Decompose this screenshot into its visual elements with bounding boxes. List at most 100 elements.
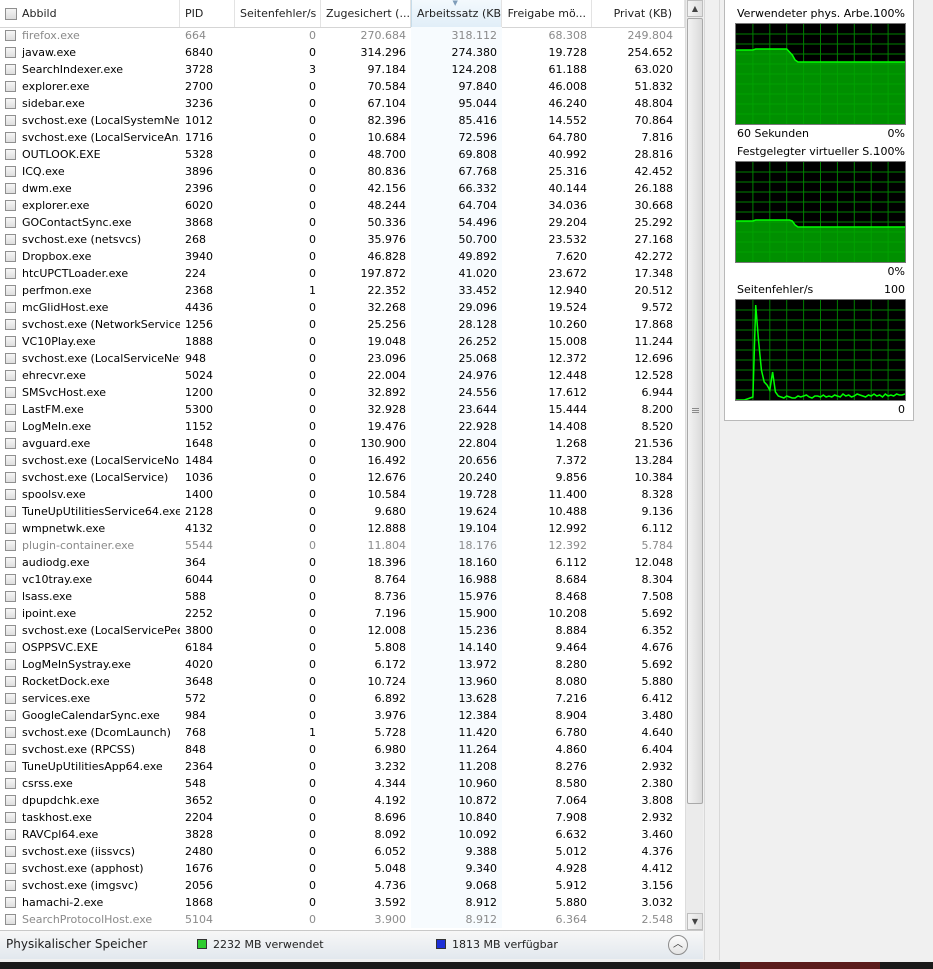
row-checkbox[interactable]	[5, 727, 16, 738]
graph-pane-splitter[interactable]	[704, 0, 720, 960]
table-row[interactable]: explorer.exe 6020 0 48.244 64.704 34.036 30.66…	[0, 197, 685, 214]
row-checkbox[interactable]	[5, 591, 16, 602]
table-row[interactable]: SearchProtocolHost.exe 5104 0 3.900 8.912 6.3…	[0, 911, 685, 928]
row-checkbox[interactable]	[5, 404, 16, 415]
row-checkbox[interactable]	[5, 319, 16, 330]
table-row[interactable]: dwm.exe 2396 0 42.156 66.332 40.144 26.188	[0, 180, 685, 197]
scrollbar-thumb[interactable]	[687, 18, 703, 804]
table-row[interactable]: plugin-container.exe 5544 0 11.804 18.176 12.…	[0, 537, 685, 554]
column-header-pid[interactable]: PID	[180, 0, 235, 27]
column-header-private[interactable]: Privat (KB)	[592, 0, 685, 27]
table-row[interactable]: Dropbox.exe 3940 0 46.828 49.892 7.620 42.272	[0, 248, 685, 265]
row-checkbox[interactable]	[5, 489, 16, 500]
table-row[interactable]: LogMeIn.exe 1152 0 19.476 22.928 14.408 8.520	[0, 418, 685, 435]
row-checkbox[interactable]	[5, 642, 16, 653]
table-row[interactable]: svchost.exe (netsvcs) 268 0 35.976 50.700 23.…	[0, 231, 685, 248]
row-checkbox[interactable]	[5, 506, 16, 517]
table-row[interactable]: lsass.exe 588 0 8.736 15.976 8.468 7.508	[0, 588, 685, 605]
table-row[interactable]: services.exe 572 0 6.892 13.628 7.216 6.412	[0, 690, 685, 707]
row-checkbox[interactable]	[5, 200, 16, 211]
row-checkbox[interactable]	[5, 81, 16, 92]
row-checkbox[interactable]	[5, 574, 16, 585]
table-row[interactable]: mcGlidHost.exe 4436 0 32.268 29.096 19.524 9.5…	[0, 299, 685, 316]
table-row[interactable]: hamachi-2.exe 1868 0 3.592 8.912 5.880 3.032	[0, 894, 685, 911]
row-checkbox[interactable]	[5, 676, 16, 687]
row-checkbox[interactable]	[5, 217, 16, 228]
table-row[interactable]: taskhost.exe 2204 0 8.696 10.840 7.908 2.932	[0, 809, 685, 826]
process-list-scrollbar[interactable]: ▲ ▼	[685, 0, 703, 930]
table-row[interactable]: RocketDock.exe 3648 0 10.724 13.960 8.080 5.88…	[0, 673, 685, 690]
table-row[interactable]: svchost.exe (RPCSS) 848 0 6.980 11.264 4.860 6…	[0, 741, 685, 758]
table-row[interactable]: LastFM.exe 5300 0 32.928 23.644 15.444 8.200	[0, 401, 685, 418]
row-checkbox[interactable]	[5, 30, 16, 41]
row-checkbox[interactable]	[5, 302, 16, 313]
table-row[interactable]: explorer.exe 2700 0 70.584 97.840 46.008 51.83…	[0, 78, 685, 95]
column-header-shareable[interactable]: Freigabe mö...	[502, 0, 592, 27]
row-checkbox[interactable]	[5, 523, 16, 534]
row-checkbox[interactable]	[5, 846, 16, 857]
table-row[interactable]: vc10tray.exe 6044 0 8.764 16.988 8.684 8.304	[0, 571, 685, 588]
table-row[interactable]: ehrecvr.exe 5024 0 22.004 24.976 12.448 12.528	[0, 367, 685, 384]
table-row[interactable]: audiodg.exe 364 0 18.396 18.160 6.112 12.048	[0, 554, 685, 571]
table-row[interactable]: GoogleCalendarSync.exe 984 0 3.976 12.384 8.9…	[0, 707, 685, 724]
table-row[interactable]: svchost.exe (NetworkService) 1256 0 25.256 2…	[0, 316, 685, 333]
row-checkbox[interactable]	[5, 557, 16, 568]
column-header-name[interactable]: Abbild	[0, 0, 180, 27]
table-row[interactable]: VC10Play.exe 1888 0 19.048 26.252 15.008 11.24…	[0, 333, 685, 350]
column-header-working-set[interactable]: ▼ Arbeitssatz (KB)	[411, 0, 502, 27]
row-checkbox[interactable]	[5, 778, 16, 789]
row-checkbox[interactable]	[5, 455, 16, 466]
table-row[interactable]: firefox.exe 664 0 270.684 318.112 68.308 249.8…	[0, 27, 685, 44]
row-checkbox[interactable]	[5, 897, 16, 908]
row-checkbox[interactable]	[5, 710, 16, 721]
collapse-chevron-icon[interactable]: ︿	[668, 935, 688, 955]
table-row[interactable]: TuneUpUtilitiesService64.exe 2128 0 9.680 19…	[0, 503, 685, 520]
row-checkbox[interactable]	[5, 268, 16, 279]
row-checkbox[interactable]	[5, 285, 16, 296]
column-header-page-faults[interactable]: Seitenfehler/s	[235, 0, 321, 27]
row-checkbox[interactable]	[5, 761, 16, 772]
table-row[interactable]: ipoint.exe 2252 0 7.196 15.900 10.208 5.692	[0, 605, 685, 622]
table-row[interactable]: TuneUpUtilitiesApp64.exe 2364 0 3.232 11.208…	[0, 758, 685, 775]
table-row[interactable]: SearchIndexer.exe 3728 3 97.184 124.208 61.18…	[0, 61, 685, 78]
table-row[interactable]: OSPPSVC.EXE 6184 0 5.808 14.140 9.464 4.676	[0, 639, 685, 656]
table-row[interactable]: htcUPCTLoader.exe 224 0 197.872 41.020 23.672…	[0, 265, 685, 282]
row-checkbox[interactable]	[5, 880, 16, 891]
row-checkbox[interactable]	[5, 744, 16, 755]
column-header-commit[interactable]: Zugesichert (...	[321, 0, 411, 27]
row-checkbox[interactable]	[5, 234, 16, 245]
row-checkbox[interactable]	[5, 812, 16, 823]
table-row[interactable]: LogMeInSystray.exe 4020 0 6.172 13.972 8.280 5…	[0, 656, 685, 673]
row-checkbox[interactable]	[5, 540, 16, 551]
row-checkbox[interactable]	[5, 387, 16, 398]
table-row[interactable]: svchost.exe (DcomLaunch) 768 1 5.728 11.420 6…	[0, 724, 685, 741]
table-row[interactable]: sidebar.exe 3236 0 67.104 95.044 46.240 48.804	[0, 95, 685, 112]
row-checkbox[interactable]	[5, 47, 16, 58]
table-row[interactable]: svchost.exe (LocalService) 1036 0 12.676 20.…	[0, 469, 685, 486]
table-row[interactable]: RAVCpl64.exe 3828 0 8.092 10.092 6.632 3.460	[0, 826, 685, 843]
row-checkbox[interactable]	[5, 693, 16, 704]
scroll-up-button[interactable]: ▲	[687, 0, 703, 17]
table-row[interactable]: csrss.exe 548 0 4.344 10.960 8.580 2.380	[0, 775, 685, 792]
table-row[interactable]: GOContactSync.exe 3868 0 50.336 54.496 29.204…	[0, 214, 685, 231]
table-row[interactable]: wmpnetwk.exe 4132 0 12.888 19.104 12.992 6.112	[0, 520, 685, 537]
row-checkbox[interactable]	[5, 863, 16, 874]
table-row[interactable]: svchost.exe (apphost) 1676 0 5.048 9.340 4.92…	[0, 860, 685, 877]
row-checkbox[interactable]	[5, 421, 16, 432]
table-row[interactable]: ICQ.exe 3896 0 80.836 67.768 25.316 42.452	[0, 163, 685, 180]
row-checkbox[interactable]	[5, 625, 16, 636]
row-checkbox[interactable]	[5, 608, 16, 619]
table-row[interactable]: svchost.exe (LocalServiceNet... 948 0 23.09…	[0, 350, 685, 367]
row-checkbox[interactable]	[5, 659, 16, 670]
row-checkbox[interactable]	[5, 795, 16, 806]
scroll-down-button[interactable]: ▼	[687, 913, 703, 930]
table-row[interactable]: javaw.exe 6840 0 314.296 274.380 19.728 254.65…	[0, 44, 685, 61]
row-checkbox[interactable]	[5, 914, 16, 925]
table-row[interactable]: svchost.exe (LocalServiceNo... 1484 0 16.49…	[0, 452, 685, 469]
row-checkbox[interactable]	[5, 438, 16, 449]
table-row[interactable]: avguard.exe 1648 0 130.900 22.804 1.268 21.536	[0, 435, 685, 452]
table-row[interactable]: svchost.exe (LocalServiceAn... 1716 0 10.68…	[0, 129, 685, 146]
table-row[interactable]: svchost.exe (imgsvc) 2056 0 4.736 9.068 5.912…	[0, 877, 685, 894]
table-row[interactable]: spoolsv.exe 1400 0 10.584 19.728 11.400 8.328	[0, 486, 685, 503]
table-row[interactable]: dpupdchk.exe 3652 0 4.192 10.872 7.064 3.808	[0, 792, 685, 809]
